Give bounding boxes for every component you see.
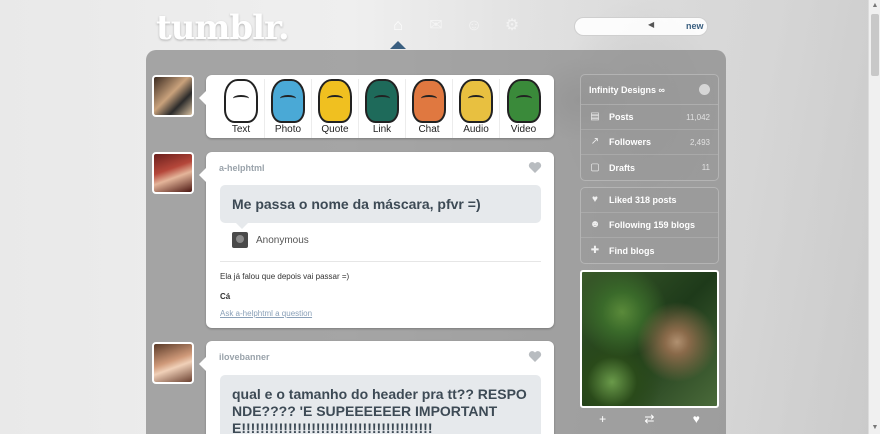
blog-header[interactable]: Infinity Designs ∞: [581, 75, 718, 105]
find-blogs-icon: ✚: [590, 244, 600, 256]
sidebar-item-label: Posts: [609, 112, 634, 122]
sidebar-item-label: Liked 318 posts: [609, 195, 677, 205]
post-type-label: Text: [231, 124, 251, 135]
following-icon: ☻: [589, 219, 601, 230]
reblog-icon[interactable]: ⇄: [644, 412, 654, 426]
ask-question-link[interactable]: Ask a-helphtml a question: [220, 309, 312, 318]
sidebar-item-drafts[interactable]: ▢ Drafts 11: [581, 155, 718, 180]
photo-figure-icon: [271, 79, 305, 123]
video-figure-icon: [506, 79, 541, 123]
post-type-label: Chat: [418, 124, 440, 135]
post-author-avatar[interactable]: [152, 152, 194, 194]
my-avatar[interactable]: [152, 75, 194, 117]
search-new-label[interactable]: new: [686, 21, 704, 31]
user-icon[interactable]: ☺: [464, 16, 484, 36]
home-icon[interactable]: ⌂: [388, 16, 408, 36]
post-type-photo[interactable]: Photo: [265, 79, 312, 138]
audio-figure-icon: [459, 79, 493, 123]
post-card: ilovebanner qual e o tamanho do header p…: [199, 341, 554, 434]
sidebar-item-count: 2,493: [689, 137, 710, 147]
post-type-chat[interactable]: Chat: [406, 79, 453, 138]
scrollbar-thumb[interactable]: [871, 14, 879, 76]
sidebar-item-label: Followers: [609, 137, 652, 147]
sidebar-item-find-blogs[interactable]: ✚ Find blogs: [581, 238, 718, 263]
sidebar-item-liked[interactable]: ♥ Liked 318 posts: [581, 188, 718, 213]
sidebar-item-count: 11: [701, 163, 710, 172]
followers-icon: ↗: [590, 136, 600, 147]
heart-icon[interactable]: [528, 350, 542, 363]
sidebar-item-label: Drafts: [609, 162, 636, 173]
question-box: qual e o tamanho do header pra tt?? RESP…: [220, 375, 541, 434]
sidebar-item-posts[interactable]: ▤ Posts 11,042: [581, 105, 718, 130]
search-dropdown-icon[interactable]: ◀: [648, 20, 654, 29]
add-icon[interactable]: +: [599, 412, 606, 426]
divider: [220, 261, 541, 262]
answer-text: Ela já falou que depois vai passar =): [220, 272, 350, 281]
post-type-link[interactable]: Link: [359, 79, 406, 138]
tumblr-logo[interactable]: tumblr.: [156, 8, 290, 48]
posts-icon: ▤: [590, 111, 600, 122]
heart-icon[interactable]: [528, 161, 542, 174]
question-text: Me passa o nome da máscara, pfvr =): [232, 196, 481, 212]
active-nav-pointer: [390, 41, 406, 49]
top-navigation: ⌂ ✉ ☺ ⚙: [388, 16, 522, 36]
question-box: Me passa o nome da máscara, pfvr =): [220, 185, 541, 223]
radar-thumbnail[interactable]: [580, 270, 719, 408]
question-pointer: [236, 223, 248, 229]
text-figure-icon: [224, 79, 258, 123]
post-type-label: Audio: [463, 124, 489, 135]
anonymous-avatar-icon: [232, 232, 248, 248]
post-type-label: Video: [510, 124, 537, 135]
quote-figure-icon: [318, 79, 352, 123]
post-type-label: Photo: [274, 124, 302, 135]
answer-signature: Cá: [220, 292, 231, 301]
asker-name: Anonymous: [256, 234, 309, 246]
post-type-video[interactable]: Video: [500, 79, 547, 138]
post-author[interactable]: ilovebanner: [219, 352, 270, 362]
sidebar: Infinity Designs ∞ ▤ Posts 11,042 ↗ Foll…: [580, 74, 719, 426]
activity-group: ♥ Liked 318 posts ☻ Following 159 blogs …: [580, 187, 719, 264]
chat-figure-icon: [412, 79, 446, 123]
envelope-icon[interactable]: ✉: [426, 16, 446, 36]
like-icon[interactable]: ♥: [693, 412, 700, 426]
post-type-audio[interactable]: Audio: [453, 79, 500, 138]
post-type-label: Link: [372, 124, 392, 135]
question-text: qual e o tamanho do header pra tt?? RESP…: [232, 386, 527, 434]
blog-name[interactable]: Infinity Designs ∞: [589, 85, 665, 95]
scroll-up-icon[interactable]: ▲: [871, 2, 879, 10]
sidebar-item-label: Find blogs: [609, 245, 655, 256]
post-author-avatar[interactable]: [152, 342, 194, 384]
sidebar-item-followers[interactable]: ↗ Followers 2,493: [581, 130, 718, 155]
heart-icon: ♥: [592, 194, 598, 205]
post-type-quote[interactable]: Quote: [312, 79, 359, 138]
sidebar-item-label: Following 159 blogs: [609, 220, 696, 230]
post-author[interactable]: a-helphtml: [219, 163, 265, 173]
blog-stats-group: Infinity Designs ∞ ▤ Posts 11,042 ↗ Foll…: [580, 74, 719, 181]
card-nub: [199, 168, 206, 182]
sidebar-item-following[interactable]: ☻ Following 159 blogs: [581, 213, 718, 238]
blog-settings-icon[interactable]: [699, 84, 710, 95]
card-nub: [199, 357, 206, 371]
post-type-text[interactable]: Text: [218, 79, 265, 138]
drafts-icon: ▢: [590, 161, 600, 173]
gear-icon[interactable]: ⚙: [502, 16, 522, 36]
scroll-down-icon[interactable]: ▼: [871, 424, 879, 432]
link-figure-icon: [365, 79, 399, 123]
post-type-label: Quote: [321, 124, 349, 135]
card-nub: [199, 91, 206, 105]
post-type-bar: Text Photo Quote Link Chat Audio Video: [199, 75, 554, 138]
scrollbar[interactable]: ▲ ▼: [868, 0, 880, 434]
sidebar-item-count: 11,042: [686, 112, 710, 122]
thumbnail-actions: + ⇄ ♥: [580, 408, 719, 426]
asker: Anonymous: [232, 232, 309, 248]
post-card: a-helphtml Me passa o nome da máscara, p…: [199, 152, 554, 328]
